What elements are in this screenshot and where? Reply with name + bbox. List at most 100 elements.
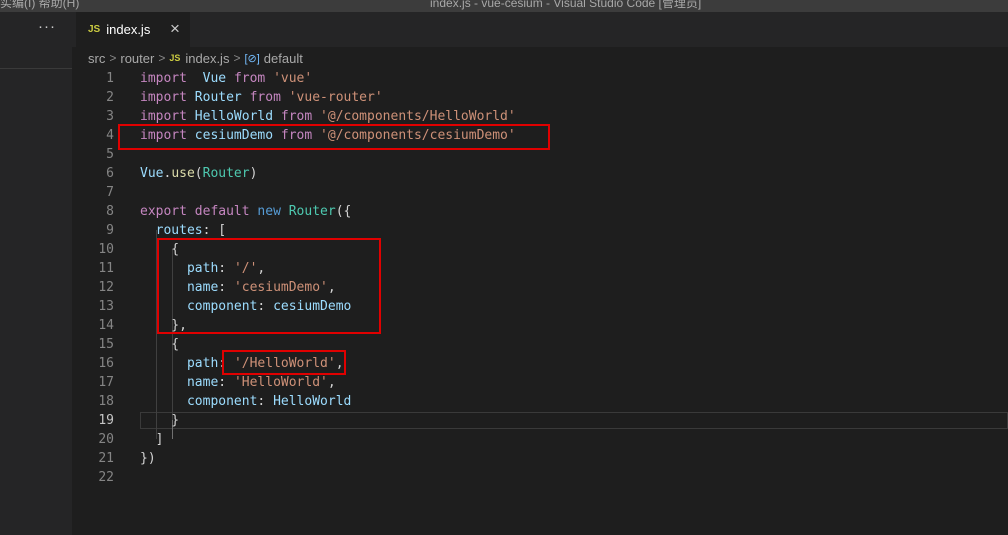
chevron-right-icon: >: [158, 51, 166, 65]
tab-label: index.js: [106, 22, 151, 37]
code-text: {: [140, 335, 179, 354]
code-text: }): [140, 449, 156, 468]
code-text: export default new Router({: [140, 202, 351, 221]
symbol-variable-icon: [⊘]: [244, 52, 260, 65]
breadcrumb-item-file[interactable]: index.js: [185, 51, 229, 66]
code-token: new: [257, 204, 281, 219]
code-token: 'HelloWorld': [233, 375, 328, 390]
code-token: export: [140, 204, 187, 219]
code-line[interactable]: 17 name: 'HelloWorld',: [72, 373, 1008, 392]
code-token: use: [171, 166, 195, 181]
code-line[interactable]: 15 {: [72, 335, 1008, 354]
code-text: import Vue from 'vue': [140, 69, 312, 88]
code-line[interactable]: 2 import Router from 'vue-router': [72, 88, 1008, 107]
javascript-file-icon: JS: [88, 24, 101, 35]
line-number: 2: [106, 90, 114, 105]
code-token: Router: [202, 166, 250, 181]
line-number: 10: [98, 242, 114, 257]
code-line[interactable]: 19 }: [72, 411, 1008, 430]
code-line[interactable]: 18 component: HelloWorld: [72, 392, 1008, 411]
line-number: 18: [98, 394, 114, 409]
highlight-box-route: [157, 238, 381, 334]
more-actions-icon[interactable]: ···: [38, 18, 56, 35]
code-token: import: [140, 71, 187, 86]
line-number: 15: [98, 337, 114, 352]
code-token: {: [140, 337, 180, 352]
code-token: }: [140, 413, 180, 428]
breadcrumb-item-default[interactable]: default: [264, 51, 303, 66]
code-text: import Router from 'vue-router': [140, 88, 383, 107]
line-number: 14: [98, 318, 114, 333]
line-number: 1: [106, 71, 114, 86]
close-icon[interactable]: ×: [170, 19, 180, 39]
code-line[interactable]: 7: [72, 183, 1008, 202]
code-token: import: [140, 109, 187, 124]
highlight-box-path: [222, 350, 346, 375]
code-token: '@/components/HelloWorld': [320, 109, 516, 124]
line-number: 13: [98, 299, 114, 314]
code-line[interactable]: 16 path: '/HelloWorld',: [72, 354, 1008, 373]
breadcrumb-item-router[interactable]: router: [120, 51, 154, 66]
line-number: 4: [106, 128, 114, 143]
code-text: }: [140, 411, 179, 430]
tab-index-js[interactable]: JS index.js ×: [76, 12, 190, 47]
code-token: ,: [327, 375, 336, 390]
breadcrumb-item-src[interactable]: src: [88, 51, 105, 66]
line-number: 19: [98, 413, 114, 428]
code-token: import: [140, 90, 187, 105]
code-token: : [: [202, 223, 227, 238]
code-token: Vue: [202, 71, 227, 86]
line-number: 16: [98, 356, 114, 371]
code-text: ]: [140, 430, 164, 449]
code-token: name: [186, 375, 219, 390]
code-line[interactable]: 6 Vue.use(Router): [72, 164, 1008, 183]
javascript-file-icon: JS: [169, 53, 181, 63]
line-number: 11: [98, 261, 114, 276]
code-token: 'vue': [273, 71, 313, 86]
line-number: 22: [98, 470, 114, 485]
code-token: Router: [288, 204, 336, 219]
code-line[interactable]: 20 ]: [72, 430, 1008, 449]
sidebar-divider: [0, 68, 72, 69]
code-token: ): [249, 166, 258, 181]
editor-tab-bar: JS index.js ×: [72, 12, 1008, 47]
code-line[interactable]: 21}): [72, 449, 1008, 468]
window-title: index.js - vue-cesium - Visual Studio Co…: [430, 0, 702, 10]
line-number: 20: [98, 432, 114, 447]
line-number: 21: [98, 451, 114, 466]
code-line[interactable]: 22: [72, 468, 1008, 487]
code-token: :: [257, 394, 274, 409]
title-bar: 实编(I) 帮助(H) index.js - vue-cesium - Visu…: [0, 0, 1008, 12]
code-token: ({: [335, 204, 352, 219]
chevron-right-icon: >: [109, 51, 117, 65]
line-number: 9: [106, 223, 114, 238]
line-number: 6: [106, 166, 114, 181]
code-line[interactable]: 8 export default new Router({: [72, 202, 1008, 221]
line-number: 5: [106, 147, 114, 162]
line-number: 7: [106, 185, 114, 200]
code-token: HelloWorld: [194, 109, 274, 124]
menu-bar[interactable]: 实编(I) 帮助(H): [0, 0, 79, 11]
line-number: 8: [106, 204, 114, 219]
code-line[interactable]: 1 import Vue from 'vue': [72, 69, 1008, 88]
line-number: 3: [106, 109, 114, 124]
explorer-sidebar: ···: [0, 12, 72, 535]
code-text: name: 'HelloWorld',: [140, 373, 336, 392]
code-token: }): [140, 451, 156, 466]
highlight-box-import: [118, 124, 550, 150]
code-token: Vue: [140, 166, 164, 181]
code-token: :: [218, 375, 234, 390]
code-token: from: [280, 109, 313, 124]
